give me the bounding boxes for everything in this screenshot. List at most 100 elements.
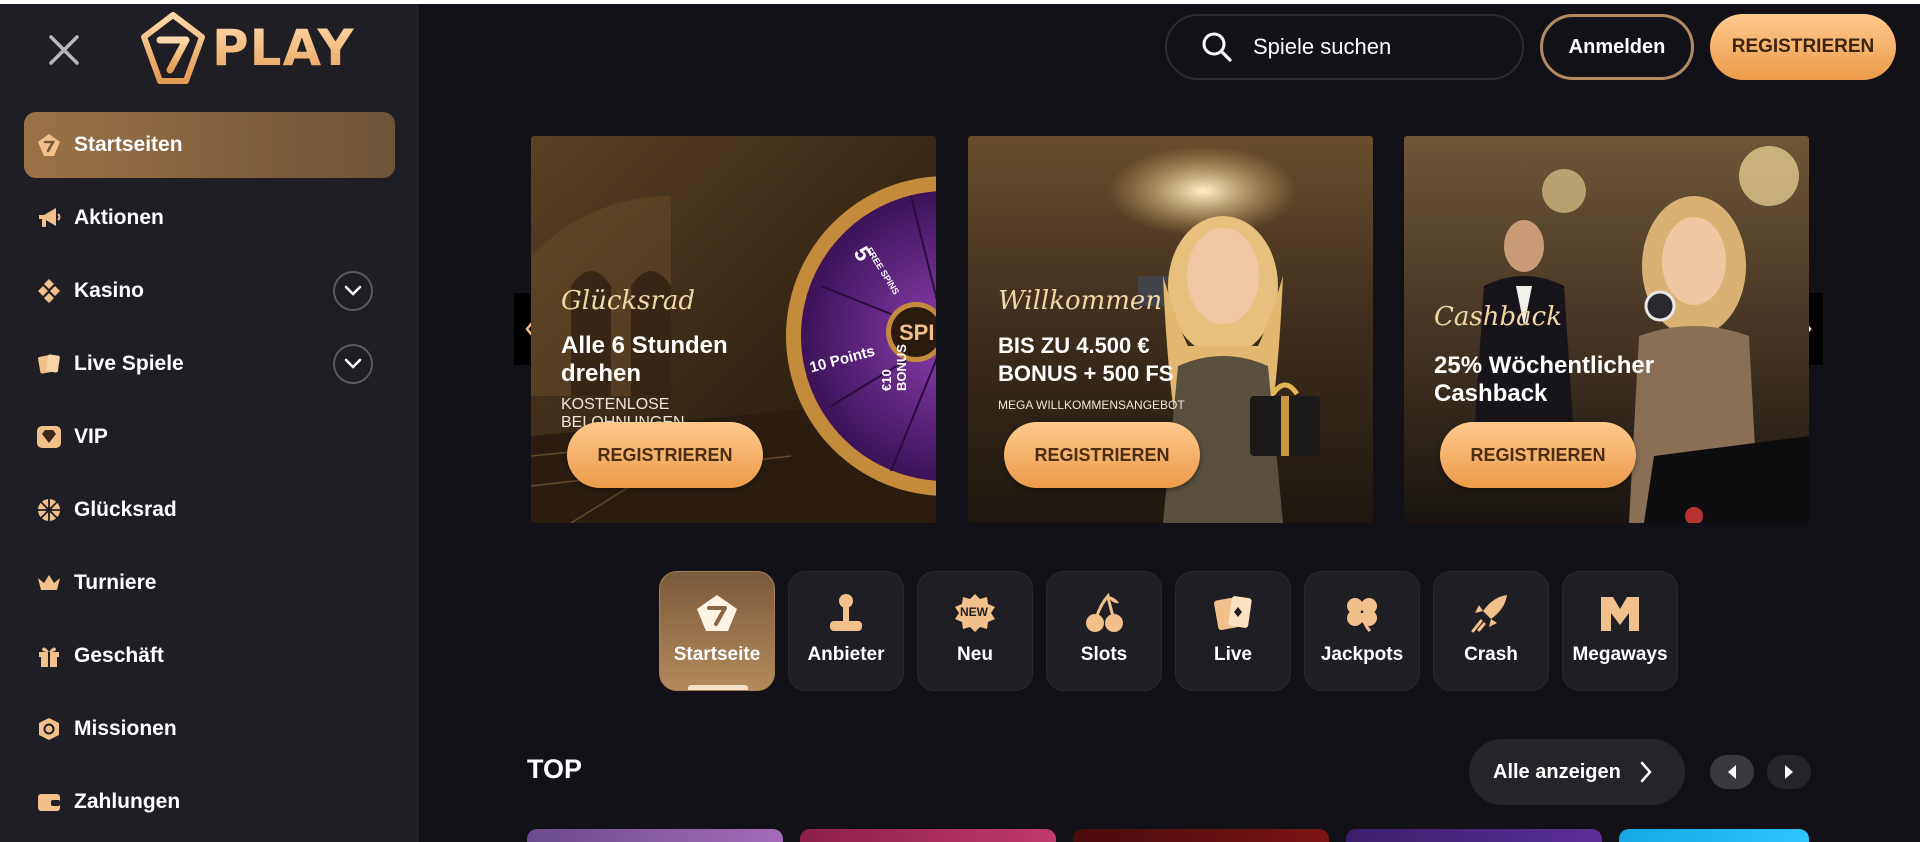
chevron-down-icon [344,285,362,296]
sidebar-item-label: Kasino [74,279,145,302]
banner-script-title: Willkommen [998,286,1163,316]
mission-icon [36,716,62,742]
banner-script-title: Glücksrad [561,286,696,316]
tab-neu[interactable]: NEW Neu [917,571,1033,691]
joystick-icon [823,592,869,634]
register-button[interactable]: REGISTRIEREN [1710,14,1896,80]
banner-headline: BIS ZU 4.500 € BONUS + 500 FS [998,333,1174,386]
game-thumbnail[interactable] [1073,829,1329,842]
sidebar-item-startseiten[interactable]: Startseiten [24,112,395,178]
banner-headline: 25% Wöchentlicher Cashback [1434,352,1655,407]
clover-icon [1339,592,1385,634]
tab-label: Live [1213,644,1253,665]
sidebar-nav: Startseiten Aktionen Kasino Live Spiele [24,112,395,842]
chevron-right-icon [1640,761,1652,783]
banner-subtitle: MEGA WILLKOMMENSANGEBOT [998,398,1185,412]
view-all-button[interactable]: Alle anzeigen [1469,739,1685,805]
game-thumbnail[interactable] [1346,829,1602,842]
sidebar-item-kasino[interactable]: Kasino [24,258,395,324]
tab-label: Slots [1080,644,1128,665]
game-thumbnail[interactable] [800,829,1056,842]
sidebar-item-gluecksrad[interactable]: Glücksrad [24,477,395,543]
sidebar-item-label: VIP [74,425,108,448]
game-thumbnail[interactable] [1619,829,1809,842]
cherries-icon [1081,592,1127,634]
sidebar-item-label: Startseiten [74,133,183,156]
tab-label: Megaways [1572,644,1668,665]
tab-anbieter[interactable]: Anbieter [788,571,904,691]
promo-banner-cashback[interactable]: Cashback 25% Wöchentlicher Cashback REGI… [1404,136,1809,523]
megaways-icon [1597,592,1643,634]
tab-megaways[interactable]: Megaways [1562,571,1678,691]
chevron-down-icon [344,358,362,369]
top-prev-button[interactable] [1710,755,1754,789]
banner-headline: Alle 6 Stunden drehen [561,332,728,387]
brand-logo[interactable]: PLAY [140,10,394,86]
tab-startseite[interactable]: Startseite [659,571,775,691]
view-all-label: Alle anzeigen [1493,760,1621,783]
brand-name: PLAY [212,19,355,77]
banner-register-button[interactable]: REGISTRIEREN [1440,422,1636,488]
tab-live[interactable]: Live [1175,571,1291,691]
triangle-right-icon [1785,765,1793,779]
diamonds-icon [36,278,62,304]
sidebar-item-label: Glücksrad [74,498,177,521]
expand-kasino-button[interactable] [333,271,373,311]
banner-register-button[interactable]: REGISTRIEREN [567,422,763,488]
sidebar-item-aktionen[interactable]: Aktionen [24,185,395,251]
megaphone-icon [36,205,62,231]
wheel-center-label: SPI [899,320,935,345]
promo-banner-wheel[interactable]: Glücksrad Alle 6 Stunden drehen KOSTENLO… [531,136,936,523]
sidebar-item-label: Turniere [74,571,157,594]
sidebar-item-label: Geschäft [74,644,164,667]
sidebar-item-live-spiele[interactable]: Live Spiele [24,331,395,397]
search-placeholder: Spiele suchen [1253,34,1392,59]
sidebar-item-missionen[interactable]: Missionen [24,696,395,762]
tab-label: Anbieter [807,644,885,665]
seven-logo-icon [141,12,205,84]
tab-jackpots[interactable]: Jackpots [1304,571,1420,691]
wallet-icon [36,789,62,815]
sidebar-item-geschaeft[interactable]: Geschäft [24,623,395,689]
tab-crash[interactable]: Crash [1433,571,1549,691]
sidebar-item-label: Missionen [74,717,177,740]
triangle-left-icon [1728,765,1736,779]
tab-label: Crash [1464,644,1518,665]
close-icon [49,35,79,65]
diamond-icon [36,424,62,450]
sidebar-item-label: Live Spiele [74,352,184,375]
new-badge-icon: NEW [952,592,998,634]
sidebar-fade [0,818,419,842]
sidebar-item-turniere[interactable]: Turniere [24,550,395,616]
home-logo-icon [694,592,740,634]
section-title-top: TOP [527,754,583,784]
search-input[interactable]: Spiele suchen [1165,14,1524,80]
category-tabs: Startseite Anbieter NEW Neu Slots Live J… [659,571,1691,691]
sidebar: PLAY Startseiten Aktionen Kasino Live Sp… [0,4,419,842]
sidebar-item-vip[interactable]: VIP [24,404,395,470]
tab-label: Neu [957,644,993,665]
search-icon [1202,32,1232,62]
crown-icon [36,570,62,596]
expand-live-spiele-button[interactable] [333,344,373,384]
tab-label: Jackpots [1320,644,1404,665]
rocket-icon [1468,592,1514,634]
game-thumbnail[interactable] [527,829,783,842]
wheel-icon [36,497,62,523]
cards-icon [1210,592,1256,634]
home-logo-icon [36,132,62,158]
sidebar-item-label: Aktionen [74,206,164,229]
banner-register-button[interactable]: REGISTRIEREN [1004,422,1200,488]
promo-banner-welcome[interactable]: Willkommen BIS ZU 4.500 € BONUS + 500 FS… [968,136,1373,523]
tab-label: Startseite [673,644,761,665]
cards-icon [36,351,62,377]
tab-slots[interactable]: Slots [1046,571,1162,691]
active-tab-indicator [688,685,748,690]
login-button[interactable]: Anmelden [1540,14,1694,80]
new-badge-text: NEW [960,605,988,619]
gift-icon [36,643,62,669]
sidebar-item-label: Zahlungen [74,790,181,813]
close-menu-button[interactable] [44,30,84,70]
top-next-button[interactable] [1767,755,1811,789]
banner-script-title: Cashback [1434,302,1562,332]
